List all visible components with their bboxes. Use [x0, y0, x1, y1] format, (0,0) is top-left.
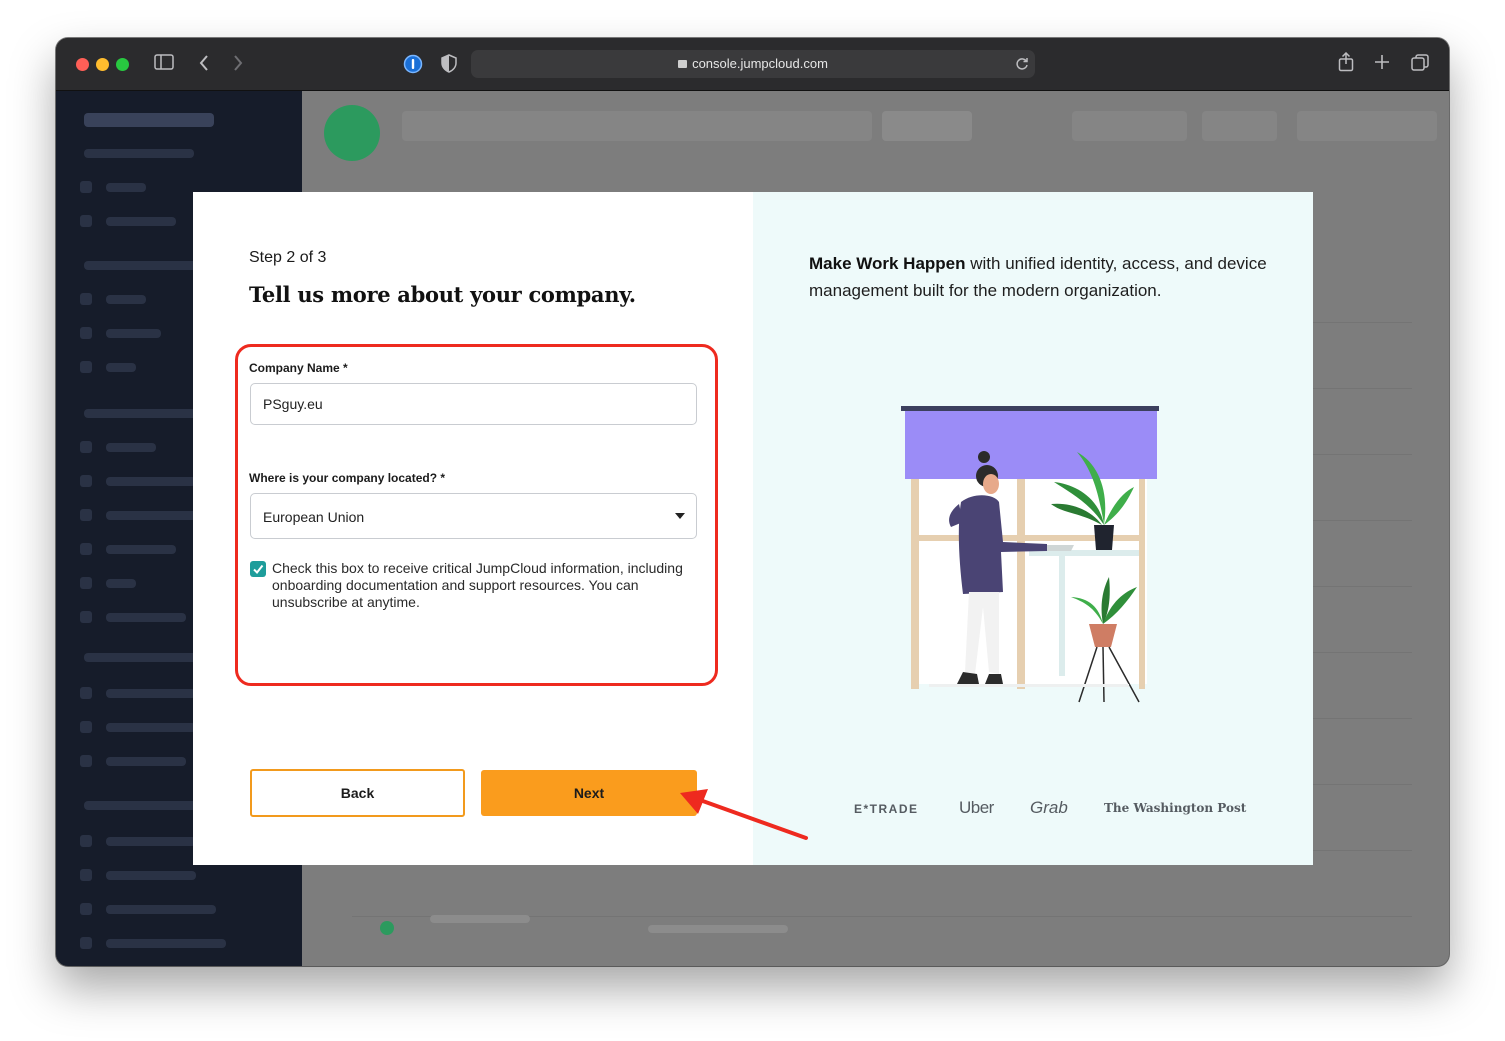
step-indicator: Step 2 of 3: [249, 249, 327, 266]
lock-icon: [678, 60, 688, 68]
password-manager-icon[interactable]: [403, 54, 423, 78]
privacy-shield-icon[interactable]: [441, 54, 457, 77]
back-button[interactable]: Back: [250, 769, 465, 817]
promo-tagline: Make Work Happen with unified identity, …: [809, 250, 1269, 304]
new-tab-icon[interactable]: [1374, 54, 1390, 74]
back-nav-icon[interactable]: [198, 54, 210, 76]
address-bar[interactable]: console.jumpcloud.com: [471, 50, 1035, 78]
washington-post-logo: The Washington Post: [1104, 801, 1247, 815]
reload-icon[interactable]: [1015, 56, 1029, 77]
promo-panel: Make Work Happen with unified identity, …: [753, 192, 1313, 865]
etrade-logo: E*TRADE: [854, 802, 919, 816]
onboarding-modal: Step 2 of 3 Tell us more about your comp…: [193, 192, 1313, 865]
sidebar-toggle-icon[interactable]: [154, 54, 174, 74]
zoom-window-button[interactable]: [116, 58, 129, 71]
grab-logo: Grab: [1030, 798, 1068, 817]
promo-tagline-bold: Make Work Happen: [809, 254, 966, 273]
annotation-highlight-box: [235, 344, 718, 686]
person-at-window-illustration: [901, 406, 1159, 703]
form-panel: Step 2 of 3 Tell us more about your comp…: [193, 192, 753, 865]
modal-heading: Tell us more about your company.: [249, 282, 636, 307]
forward-nav-icon[interactable]: [232, 54, 244, 76]
url-text: console.jumpcloud.com: [692, 56, 828, 71]
customer-logos: E*TRADE Uber Grab The Washington Post: [753, 798, 1313, 822]
tab-overview-icon[interactable]: [1411, 54, 1429, 76]
next-button[interactable]: Next: [481, 770, 697, 816]
browser-window: console.jumpcloud.com Step 2 of 3 Tell u…: [56, 38, 1449, 966]
page-content: Step 2 of 3 Tell us more about your comp…: [56, 91, 1449, 966]
share-icon[interactable]: [1338, 51, 1354, 76]
browser-titlebar: console.jumpcloud.com: [56, 38, 1449, 91]
minimize-window-button[interactable]: [96, 58, 109, 71]
close-window-button[interactable]: [76, 58, 89, 71]
uber-logo: Uber: [959, 798, 994, 817]
